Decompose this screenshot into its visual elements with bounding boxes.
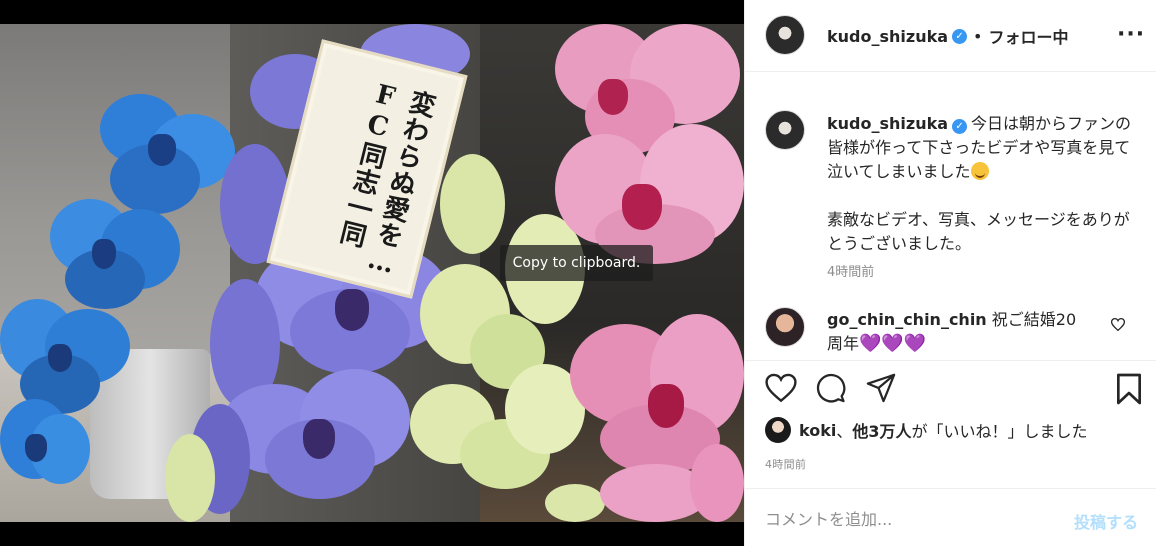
header-user-row: kudo_shizuka ✓ • フォロー中 — [827, 24, 1068, 48]
header-username[interactable]: kudo_shizuka — [827, 27, 948, 46]
liker-username[interactable]: koki — [799, 421, 836, 440]
comment-item: go_chin_chin_chin 祝ご結婚20周年💜💜💜 — [827, 308, 1092, 356]
caption-verified-badge-icon: ✓ — [952, 119, 968, 134]
caption-text-part2: 素敵なビデオ、写真、メッセージをありがとうございました。 — [827, 210, 1130, 253]
post-timestamp[interactable]: 4時間前 — [765, 456, 806, 472]
like-heart-icon[interactable] — [765, 373, 797, 407]
actions-divider — [745, 360, 1156, 361]
comment-form: 投稿する — [745, 488, 1156, 546]
share-paper-plane-icon[interactable] — [865, 373, 897, 407]
purple-heart-emojis: 💜💜💜 — [859, 333, 927, 354]
comment-icon[interactable] — [815, 373, 847, 407]
post-actions — [745, 368, 1156, 412]
verified-badge-icon: ✓ — [952, 28, 968, 44]
likes-others-button[interactable]: 他3万人 — [852, 418, 911, 442]
commenter-username[interactable]: go_chin_chin_chin — [827, 310, 987, 329]
commenter-avatar[interactable] — [765, 307, 805, 347]
likes-suffix: が「いいね！」しました — [911, 422, 1088, 441]
header-separator: • — [973, 26, 983, 46]
liker-avatar[interactable] — [765, 417, 791, 443]
copy-toast: Copy to clipboard. — [500, 245, 653, 281]
likes-summary: koki、他3万人 が「いいね！」しました — [765, 417, 1088, 443]
caption-username[interactable]: kudo_shizuka — [827, 114, 948, 133]
more-options-icon[interactable]: ··· — [1117, 22, 1145, 47]
message-tag-text: 変わらぬ愛を… FC同志一同 — [325, 77, 439, 281]
post-media[interactable]: 変わらぬ愛を… FC同志一同 Copy to clipboard. — [0, 0, 744, 546]
comment-like-heart-icon[interactable] — [1110, 316, 1126, 335]
author-avatar[interactable] — [765, 15, 805, 55]
following-button[interactable]: フォロー中 — [988, 24, 1068, 48]
post-sidebar: kudo_shizuka ✓ • フォロー中 ··· kudo_shizuka ✓… — [744, 0, 1156, 546]
save-bookmark-icon[interactable] — [1115, 373, 1143, 409]
likes-separator: 、 — [836, 422, 853, 441]
caption-avatar[interactable] — [765, 110, 805, 150]
caption-timestamp[interactable]: 4時間前 — [827, 261, 874, 280]
comment-input[interactable] — [765, 507, 1055, 531]
smiling-face-icon — [970, 162, 989, 180]
post-header: kudo_shizuka ✓ • フォロー中 ··· — [745, 0, 1156, 72]
post-caption: kudo_shizuka ✓ 今日は朝からファンの皆様が作って下さったビデオや写真を… — [827, 112, 1132, 256]
post-comment-button[interactable]: 投稿する — [1074, 509, 1138, 533]
